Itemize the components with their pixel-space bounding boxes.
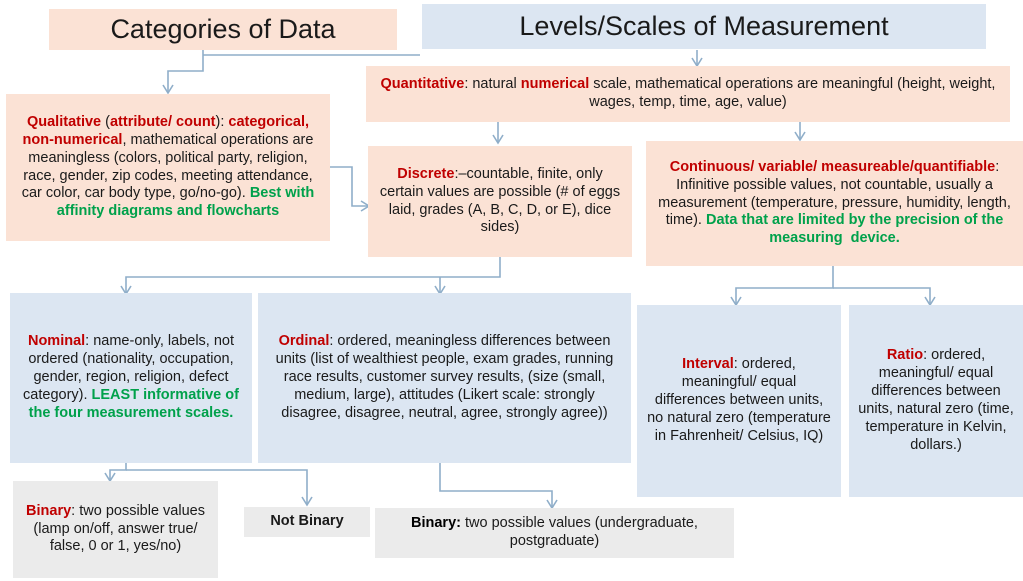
header-categories-of-data: Categories of Data	[49, 9, 397, 50]
node-interval-text: Interval: ordered, meaningful/ equal dif…	[647, 356, 831, 444]
node-qualitative: Qualitative (attribute/ count): categori…	[6, 94, 330, 241]
node-nominal-text: Nominal: name-only, labels, not ordered …	[23, 333, 239, 421]
node-nominal: Nominal: name-only, labels, not ordered …	[10, 293, 252, 463]
arrowhead-qualitative	[162, 84, 174, 95]
node-not-binary: Not Binary	[244, 507, 370, 537]
node-ordinal: Ordinal: ordered, meaningless difference…	[258, 293, 631, 463]
node-continuous-text: Continuous/ variable/ measureable/quanti…	[658, 158, 1011, 247]
node-binary-right-text: Binary: two possible values (undergradua…	[411, 515, 698, 549]
connector-ordinal-to-binary-right	[439, 462, 553, 508]
arrowhead-ratio	[924, 296, 936, 307]
node-quantitative: Quantitative: natural numerical scale, m…	[366, 66, 1010, 122]
node-ordinal-text: Ordinal: ordered, meaningless difference…	[275, 333, 614, 421]
node-discrete: Discrete:–countable, finite, only certai…	[368, 146, 632, 257]
arrowhead-quantitative	[691, 57, 703, 68]
arrowhead-not-binary	[301, 496, 313, 507]
node-binary-right: Binary: two possible values (undergradua…	[375, 508, 734, 558]
node-ratio: Ratio: ordered, meaningful/ equal differ…	[849, 305, 1023, 497]
node-binary-left-text: Binary: two possible values (lamp on/off…	[26, 502, 205, 555]
connector-continuous-to-ratio	[833, 287, 931, 305]
header-levels-scales-of-measurement: Levels/Scales of Measurement	[422, 4, 986, 49]
node-qualitative-text: Qualitative (attribute/ count): categori…	[21, 113, 315, 220]
arrowhead-interval	[730, 296, 742, 307]
header-levels-scales-of-measurement-label: Levels/Scales of Measurement	[519, 10, 889, 41]
node-quantitative-text: Quantitative: natural numerical scale, m…	[380, 76, 996, 110]
connector-qualitative-to-discrete	[330, 166, 368, 207]
connector-categories-to-qualitative	[167, 50, 204, 92]
connector-continuous-to-interval	[735, 266, 834, 305]
node-binary-left: Binary: two possible values (lamp on/off…	[13, 481, 218, 578]
header-categories-of-data-label: Categories of Data	[110, 13, 336, 44]
node-not-binary-label: Not Binary	[270, 513, 344, 530]
diagram-canvas: Categories of Data Levels/Scales of Meas…	[0, 0, 1023, 581]
connector-nominal-to-binary-left	[109, 462, 127, 481]
arrowhead-binary-right	[546, 499, 558, 510]
node-ratio-text: Ratio: ordered, meaningful/ equal differ…	[858, 347, 1014, 453]
arrowhead-discrete	[492, 134, 504, 145]
node-interval: Interval: ordered, meaningful/ equal dif…	[637, 305, 841, 497]
node-continuous: Continuous/ variable/ measureable/quanti…	[646, 141, 1023, 266]
arrowhead-binary-left	[104, 472, 116, 483]
arrowhead-continuous	[794, 131, 806, 142]
connector-discrete-to-nominal	[125, 257, 501, 294]
node-discrete-text: Discrete:–countable, finite, only certai…	[379, 165, 621, 236]
